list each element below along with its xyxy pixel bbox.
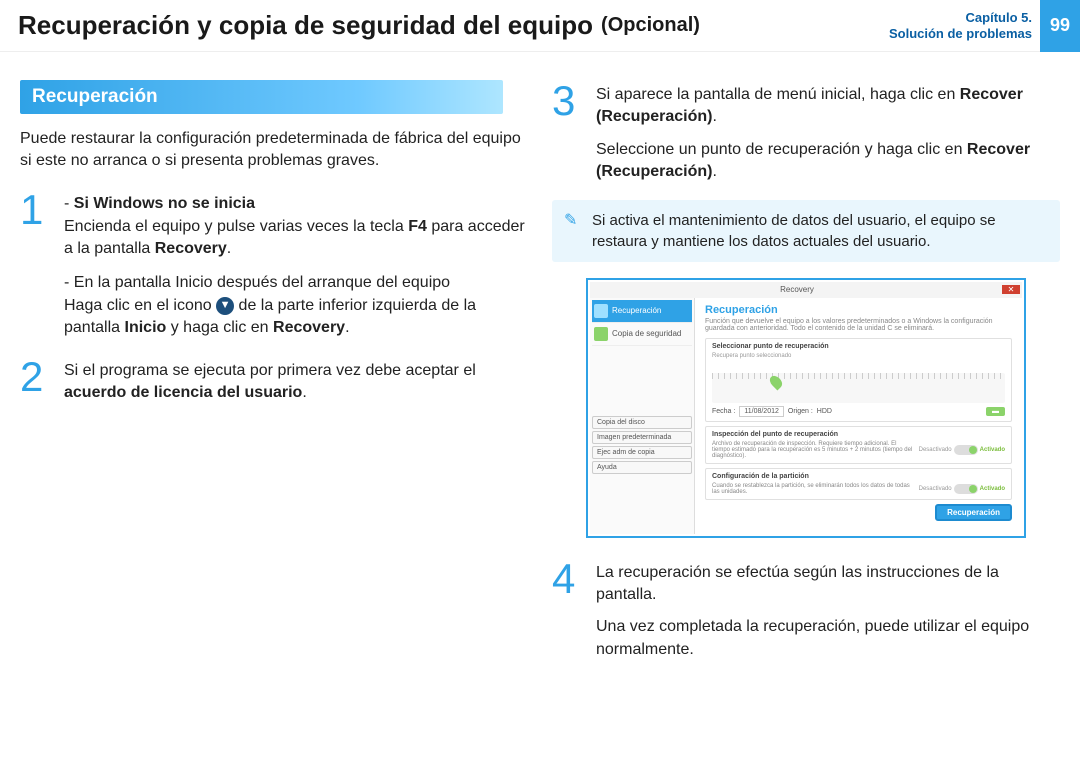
sidebar-item-recovery: Recuperación [592, 300, 692, 323]
recovery-window-screenshot: Recovery ✕ Recuperación Copia de segurid… [586, 278, 1026, 538]
step-4: 4 La recuperación se efectúa según las i… [552, 558, 1060, 662]
panel2-body: Archivo de recuperación de inspección. R… [712, 441, 915, 459]
step-1b-lead: En la pantalla Inicio después del arranq… [74, 274, 450, 291]
right-column: 3 Si aparece la pantalla de menú inicial… [552, 80, 1060, 677]
step-1-body: - Si Windows no se inicia Encienda el eq… [64, 189, 528, 339]
mock-window-title: Recovery [780, 285, 814, 294]
step-2-body: Si el programa se ejecuta por primera ve… [64, 356, 528, 405]
step-2-text1: Si el programa se ejecuta por primera ve… [64, 362, 476, 379]
sidebar-label: Recuperación [612, 306, 661, 315]
page-header: Recuperación y copia de seguridad del eq… [0, 0, 1080, 52]
panel1-heading: Seleccionar punto de recuperación [712, 343, 1005, 350]
info-callout: Si activa el mantenimiento de datos del … [552, 200, 1060, 262]
down-arrow-icon: ▼ [216, 297, 234, 315]
mock-panel-inspection: Inspección del punto de recuperación Arc… [705, 426, 1012, 464]
step-1a-bold: Recovery [155, 240, 227, 257]
step-1a-end: . [227, 240, 231, 257]
mock-main-sub: Función que devuelve el equipo a los val… [705, 318, 1012, 332]
mock-main-heading: Recuperación [705, 304, 1012, 316]
step-number: 3 [552, 80, 596, 184]
step-1-sub-a: - Si Windows no se inicia Encienda el eq… [64, 193, 528, 260]
step-3: 3 Si aparece la pantalla de menú inicial… [552, 80, 1060, 184]
step-1a-key: F4 [408, 218, 427, 235]
side-btn-disk-copy: Copia del disco [592, 416, 692, 429]
step-4-body: La recuperación se efectúa según las ins… [596, 558, 1060, 662]
step-number: 4 [552, 558, 596, 662]
sidebar-label: Copia de seguridad [612, 329, 681, 338]
chapter-line1: Capítulo 5. [889, 10, 1032, 26]
panel3-body: Cuando se restablezca la partición, se e… [712, 483, 915, 495]
chapter-label: Capítulo 5. Solución de problemas [889, 10, 1032, 41]
panel3-heading: Configuración de la partición [712, 473, 1005, 480]
page-title-optional: (Opcional) [601, 14, 700, 37]
step-1b-bold1: Inicio [125, 319, 167, 336]
step-3-p1a: Si aparece la pantalla de menú inicial, … [596, 86, 960, 103]
step-2-bold: acuerdo de licencia del usuario [64, 384, 302, 401]
step-1: 1 - Si Windows no se inicia Encienda el … [20, 189, 528, 339]
step-4-p2: Una vez completada la recuperación, pued… [596, 616, 1060, 661]
mock-panel-select-point: Seleccionar punto de recuperación Recupe… [705, 338, 1012, 422]
side-btn-help: Ayuda [592, 461, 692, 474]
step-3-body: Si aparece la pantalla de menú inicial, … [596, 80, 1060, 184]
step-1b-mid: y haga clic en [166, 319, 273, 336]
left-column: Recuperación Puede restaurar la configur… [20, 80, 528, 677]
toggle-on-label: Activado [980, 486, 1005, 492]
close-icon: ✕ [1002, 285, 1020, 294]
date-label: Fecha : [712, 408, 735, 415]
panel2-heading: Inspección del punto de recuperación [712, 431, 1005, 438]
recovery-timeline [712, 373, 1005, 403]
toggle-off-label: Desactivado [919, 447, 952, 453]
intro-paragraph: Puede restaurar la configuración predete… [20, 128, 528, 171]
step-4-p1: La recuperación se efectúa según las ins… [596, 562, 1060, 607]
mock-main-panel: Recuperación Función que devuelve el equ… [695, 298, 1022, 534]
toggle-switch-icon [954, 484, 978, 494]
hdd-badge: ▬ [986, 407, 1005, 416]
mock-titlebar: Recovery ✕ [590, 282, 1022, 298]
recovery-icon [594, 304, 608, 318]
chapter-line2: Solución de problemas [889, 26, 1032, 42]
step-number: 2 [20, 356, 64, 405]
step-1-sub-b: - En la pantalla Inicio después del arra… [64, 272, 528, 339]
toggle-switch-icon [954, 445, 978, 455]
toggle-off-label: Desactivado [919, 486, 952, 492]
step-1b-bold2: Recovery [273, 319, 345, 336]
step-1b-text1: Haga clic en el icono [64, 297, 216, 314]
date-value: 11/08/2012 [739, 406, 784, 417]
step-2-text2: . [302, 384, 306, 401]
toggle-on-label: Activado [980, 447, 1005, 453]
mock-sidebar: Recuperación Copia de seguridad Copia de… [590, 298, 695, 534]
step-1a-text1: Encienda el equipo y pulse varias veces … [64, 218, 408, 235]
side-btn-copy-admin: Ejec adm de copia [592, 446, 692, 459]
page-title: Recuperación y copia de seguridad del eq… [0, 10, 593, 41]
step-number: 1 [20, 189, 64, 339]
step-3-p2a: Seleccione un punto de recuperación y ha… [596, 141, 967, 158]
header-right: Capítulo 5. Solución de problemas 99 [889, 0, 1080, 52]
step-1a-title: Si Windows no se inicia [74, 195, 255, 212]
origin-label: Origen : [788, 408, 813, 415]
content-columns: Recuperación Puede restaurar la configur… [0, 52, 1080, 691]
mock-recover-button: Recuperación [935, 504, 1012, 521]
step-3-p2b: . [712, 163, 716, 180]
backup-icon [594, 327, 608, 341]
step-1b-end: . [345, 319, 349, 336]
mock-panel-partition: Configuración de la partición Cuando se … [705, 468, 1012, 500]
origin-value: HDD [817, 408, 832, 415]
step-2: 2 Si el programa se ejecuta por primera … [20, 356, 528, 405]
step-3-p1b: . [712, 108, 716, 125]
sidebar-item-backup: Copia de seguridad [592, 323, 692, 346]
panel1-sub: Recupera punto seleccionado [712, 353, 1005, 359]
page-number-badge: 99 [1040, 0, 1080, 52]
section-heading-recuperacion: Recuperación [20, 80, 503, 114]
side-btn-default-image: Imagen predeterminada [592, 431, 692, 444]
